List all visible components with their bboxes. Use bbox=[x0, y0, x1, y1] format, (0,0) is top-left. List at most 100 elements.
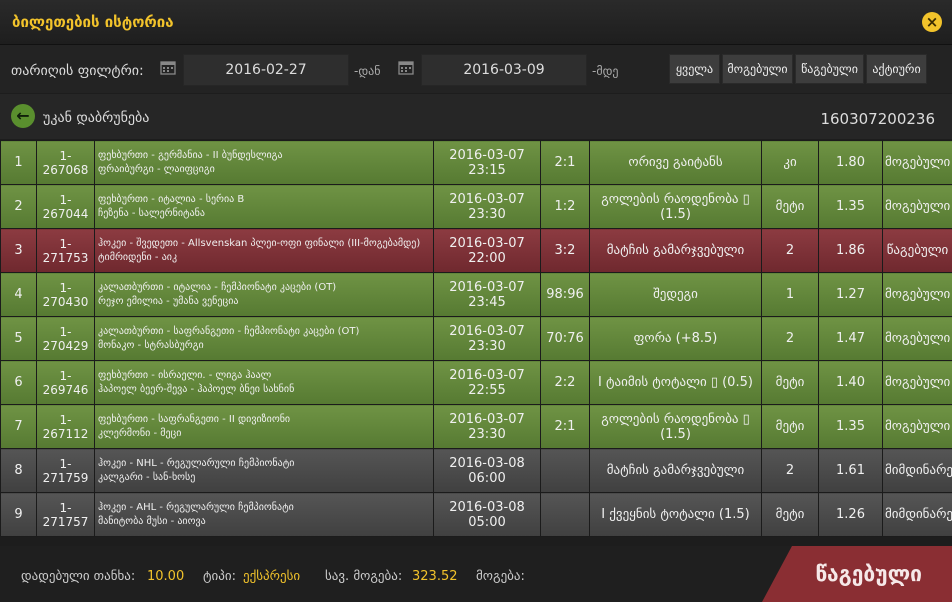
event-date: 2016-03-07 23:45 bbox=[433, 272, 541, 317]
table-row: 1 1-267068 ფეხბურთი - გერმანია - II ბუნდეს… bbox=[0, 140, 952, 185]
filter-all-button[interactable]: ყველა bbox=[669, 54, 720, 84]
pick: კი bbox=[761, 140, 819, 185]
potential-win-label: სავ. მოგება: bbox=[325, 569, 403, 584]
date-from-suffix: -დან bbox=[354, 64, 381, 78]
market-name: მატჩის გამარჯვებული bbox=[589, 228, 762, 273]
calendar-icon[interactable] bbox=[398, 60, 414, 75]
event-name: ჰოკეი - NHL - რეგულარული ჩემპიონატი კალგა… bbox=[94, 448, 434, 493]
back-row: ← უკან დაბრუნება 160307200236 bbox=[0, 94, 952, 139]
date-to-suffix: -მდე bbox=[592, 64, 619, 78]
odds: 1.47 bbox=[818, 316, 883, 361]
bet-status: მოგებული bbox=[882, 360, 952, 405]
row-number: 3 bbox=[0, 228, 37, 273]
event-score bbox=[540, 448, 590, 493]
back-button[interactable]: უკან დაბრუნება bbox=[43, 110, 149, 126]
market-name: შედეგი bbox=[589, 272, 762, 317]
date-from-field[interactable]: 2016-02-27 bbox=[183, 54, 349, 86]
bet-status: წაგებული bbox=[882, 228, 952, 273]
event-date: 2016-03-07 23:15 bbox=[433, 140, 541, 185]
event-score: 2:1 bbox=[540, 140, 590, 185]
table-row: 2 1-267044 ფეხბურთი - იტალია - სერია B ჩეზე… bbox=[0, 184, 952, 229]
event-teams: მონაკო - სტრასბურგი bbox=[98, 339, 204, 351]
filter-lost-button[interactable]: წაგებული bbox=[795, 54, 864, 84]
pick: მეტი bbox=[761, 492, 819, 537]
filter-won-button[interactable]: მოგებული bbox=[722, 54, 793, 84]
event-code: 1-267112 bbox=[36, 404, 95, 449]
event-name: ფეხბურთი - იტალია - სერია B ჩეზენა - სალე… bbox=[94, 184, 434, 229]
dialog-title: ბილეთების ისტორია bbox=[12, 13, 174, 31]
table-row: 9 1-271757 ჰოკეი - AHL - რეგულარული ჩემპიო… bbox=[0, 492, 952, 537]
type-label: ტიპი: bbox=[203, 569, 236, 584]
pick: მეტი bbox=[761, 404, 819, 449]
event-name: კალათბურთი - იტალია - ჩემპიონატი კაცები … bbox=[94, 272, 434, 317]
event-date: 2016-03-07 23:30 bbox=[433, 316, 541, 361]
row-number: 5 bbox=[0, 316, 37, 361]
table-row: 7 1-267112 ფეხბურთი - საფრანგეთი - II დივი… bbox=[0, 404, 952, 449]
event-date: 2016-03-08 06:00 bbox=[433, 448, 541, 493]
back-arrow-icon[interactable]: ← bbox=[11, 104, 35, 128]
market-name: I ტაიმის ტოტალი ▯ (0.5) bbox=[589, 360, 762, 405]
pick: 2 bbox=[761, 316, 819, 361]
row-number: 2 bbox=[0, 184, 37, 229]
event-teams: ფრაიბურგი - ლაიფციგი bbox=[98, 163, 215, 175]
event-score: 3:2 bbox=[540, 228, 590, 273]
close-icon[interactable]: × bbox=[922, 12, 942, 32]
event-code: 1-271759 bbox=[36, 448, 95, 493]
filter-active-button[interactable]: აქტიური bbox=[866, 54, 927, 84]
calendar-icon[interactable] bbox=[160, 60, 176, 75]
pick: 2 bbox=[761, 228, 819, 273]
event-teams: რეჯო ემილია - უმანა ვენეცია bbox=[98, 295, 239, 307]
event-code: 1-271757 bbox=[36, 492, 95, 537]
stake-label: დადებული თანხა: bbox=[21, 569, 136, 584]
event-date: 2016-03-07 23:30 bbox=[433, 184, 541, 229]
event-score: 98:96 bbox=[540, 272, 590, 317]
ticket-events-table: 1 1-267068 ფეხბურთი - გერმანია - II ბუნდეს… bbox=[0, 140, 952, 537]
event-code: 1-270429 bbox=[36, 316, 95, 361]
event-name: ჰოკეი - შვედეთი - Allsvenskan პლეი-ოფი ფ… bbox=[94, 228, 434, 273]
event-date: 2016-03-07 22:00 bbox=[433, 228, 541, 273]
event-code: 1-267044 bbox=[36, 184, 95, 229]
table-row: 5 1-270429 კალათბურთი - საფრანგეთი - ჩემპი… bbox=[0, 316, 952, 361]
event-league: კალათბურთი - იტალია - ჩემპიონატი კაცები … bbox=[98, 281, 337, 293]
row-number: 7 bbox=[0, 404, 37, 449]
bet-status: მოგებული bbox=[882, 184, 952, 229]
bet-status: მოგებული bbox=[882, 272, 952, 317]
odds: 1.40 bbox=[818, 360, 883, 405]
event-name: ფეხბურთი - გერმანია - II ბუნდესლიგა ფრაიბ… bbox=[94, 140, 434, 185]
event-teams: კალგარი - სან-ხოსე bbox=[98, 471, 196, 483]
event-code: 1-271753 bbox=[36, 228, 95, 273]
bet-status: მოგებული bbox=[882, 140, 952, 185]
title-bar: ბილეთების ისტორია × bbox=[0, 0, 952, 45]
table-row: 6 1-269746 ფეხბურთი - ისრაელი. - ლიგა ჰაალ… bbox=[0, 360, 952, 405]
odds: 1.35 bbox=[818, 184, 883, 229]
event-date: 2016-03-08 05:00 bbox=[433, 492, 541, 537]
event-league: ჰოკეი - შვედეთი - Allsvenskan პლეი-ოფი ფ… bbox=[98, 237, 421, 249]
event-teams: ჩეზენა - სალერნიტანა bbox=[98, 207, 205, 219]
event-teams: ტიმრიდენი - აიკ bbox=[98, 251, 178, 263]
ticket-status-text: წაგებული bbox=[815, 562, 922, 586]
filter-label: თარიღის ფილტრი: bbox=[11, 63, 144, 79]
pick: 1 bbox=[761, 272, 819, 317]
event-teams: კლერმონი - მეცი bbox=[98, 427, 182, 439]
date-to-field[interactable]: 2016-03-09 bbox=[421, 54, 587, 86]
event-score bbox=[540, 492, 590, 537]
event-league: ფეხბურთი - გერმანია - II ბუნდესლიგა bbox=[98, 149, 283, 161]
pick: მეტი bbox=[761, 360, 819, 405]
event-name: ჰოკეი - AHL - რეგულარული ჩემპიონატი მანიტ… bbox=[94, 492, 434, 537]
ticket-id: 160307200236 bbox=[820, 110, 935, 128]
row-number: 9 bbox=[0, 492, 37, 537]
market-name: გოლების რაოდენობა ▯ (1.5) bbox=[589, 404, 762, 449]
odds: 1.86 bbox=[818, 228, 883, 273]
odds: 1.80 bbox=[818, 140, 883, 185]
win-label: მოგება: bbox=[476, 569, 525, 584]
event-score: 1:2 bbox=[540, 184, 590, 229]
odds: 1.26 bbox=[818, 492, 883, 537]
type-value: ექსპრესი bbox=[243, 569, 301, 584]
row-number: 8 bbox=[0, 448, 37, 493]
event-score: 2:2 bbox=[540, 360, 590, 405]
event-name: კალათბურთი - საფრანგეთი - ჩემპიონატი კაც… bbox=[94, 316, 434, 361]
table-row: 4 1-270430 კალათბურთი - იტალია - ჩემპიონატ… bbox=[0, 272, 952, 317]
event-code: 1-269746 bbox=[36, 360, 95, 405]
event-league: ჰოკეი - AHL - რეგულარული ჩემპიონატი bbox=[98, 501, 294, 513]
market-name: ორივე გაიტანს bbox=[589, 140, 762, 185]
